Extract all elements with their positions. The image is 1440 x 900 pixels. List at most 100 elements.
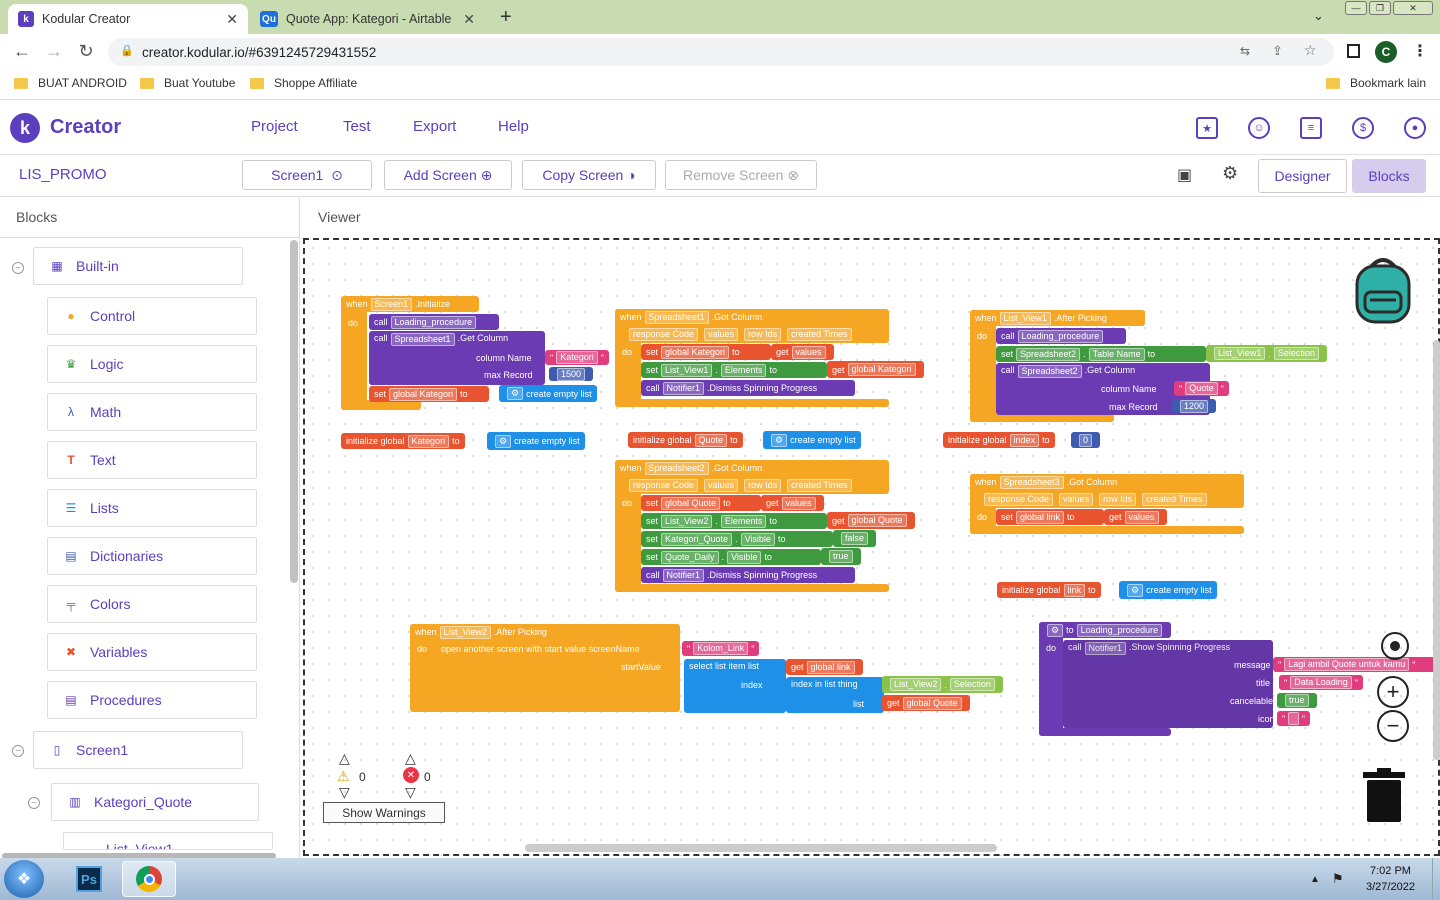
- get-global-kategori[interactable]: get global Kategori: [827, 361, 924, 378]
- gallery-icon[interactable]: ▣: [1177, 165, 1192, 185]
- designer-button[interactable]: Designer: [1258, 159, 1347, 193]
- trash-icon[interactable]: [1363, 768, 1405, 824]
- set-global-quote[interactable]: set global Quote to: [641, 495, 761, 511]
- maximize-icon[interactable]: ❐: [1369, 1, 1391, 15]
- docs-icon[interactable]: ≡: [1300, 117, 1322, 139]
- address-bar[interactable]: 🔒 creator.kodular.io/#6391245729431552 ⇆…: [108, 38, 1334, 66]
- list-view2-selection[interactable]: List_View2. Selection: [882, 676, 1003, 693]
- category-colors[interactable]: ╤ Colors: [47, 585, 257, 623]
- component-kategori-quote[interactable]: ▥ Kategori_Quote: [51, 783, 259, 821]
- menu-project[interactable]: Project: [251, 118, 298, 135]
- logic-false[interactable]: false: [833, 530, 877, 547]
- warnings-up-arrow-icon[interactable]: △: [339, 750, 350, 767]
- errors-down-arrow-icon[interactable]: ▽: [405, 784, 416, 801]
- init-global-link[interactable]: initialize global link to: [997, 582, 1101, 598]
- list-view1-selection[interactable]: List_View1. Selection: [1206, 345, 1327, 362]
- bookmark-buat-android[interactable]: BUAT ANDROID: [14, 76, 127, 90]
- set-spreadsheet2-table-name[interactable]: set Spreadsheet2. Table Name to: [996, 346, 1206, 362]
- init-global-quote[interactable]: initialize global Quote to: [628, 432, 743, 448]
- category-lists[interactable]: ☰ Lists: [47, 489, 257, 527]
- back-icon[interactable]: ←: [10, 41, 34, 62]
- set-global-kategori[interactable]: set global Kategori to: [641, 344, 771, 360]
- init-global-index[interactable]: initialize global index to: [943, 432, 1055, 448]
- collapse-builtin-icon[interactable]: −: [12, 262, 24, 274]
- bookmark-star-icon[interactable]: ☆: [1304, 42, 1317, 59]
- text-title[interactable]: " Data Loading ": [1279, 675, 1363, 690]
- text-message[interactable]: " Lagi ambil Quote untuk kamu ": [1273, 657, 1439, 672]
- get-global-quote[interactable]: get global Quote: [882, 695, 970, 711]
- translate-icon[interactable]: ⇆: [1240, 44, 1250, 58]
- copy-screen-button[interactable]: Copy Screen ◑: [522, 160, 656, 190]
- menu-test[interactable]: Test: [343, 118, 371, 135]
- share-icon[interactable]: ⇪: [1272, 43, 1283, 59]
- close-tab-icon[interactable]: ✕: [463, 11, 475, 28]
- set-list-view2-elements[interactable]: set List_View2. Elements to: [641, 513, 827, 529]
- category-variables[interactable]: ✖ Variables: [47, 633, 257, 671]
- category-logic[interactable]: ♛ Logic: [47, 345, 257, 383]
- select-list-item[interactable]: select list item list: [684, 659, 786, 713]
- new-tab-button[interactable]: +: [500, 6, 512, 29]
- text-quote[interactable]: " Quote ": [1174, 381, 1229, 396]
- create-empty-list[interactable]: ⚙ create empty list: [1119, 581, 1217, 599]
- create-empty-list[interactable]: ⚙ create empty list: [763, 431, 861, 449]
- set-global-link[interactable]: set global link to: [996, 509, 1104, 525]
- call-notifier1-dismiss[interactable]: call Notifier1 .Dismiss Spinning Progress: [641, 567, 855, 583]
- call-loading-procedure[interactable]: call Loading_procedure: [996, 328, 1126, 344]
- call-notifier1-dismiss[interactable]: call Notifier1 .Dismiss Spinning Progress: [641, 380, 855, 396]
- number-1200[interactable]: 1200: [1172, 399, 1217, 413]
- community-icon[interactable]: ☺: [1248, 117, 1270, 139]
- create-empty-list[interactable]: ⚙ create empty list: [487, 432, 585, 450]
- photoshop-taskbar-button[interactable]: Ps: [66, 861, 112, 897]
- show-warnings-button[interactable]: Show Warnings: [323, 802, 445, 823]
- clock[interactable]: 7:02 PM 3/27/2022: [1366, 865, 1415, 893]
- category-text[interactable]: T Text: [47, 441, 257, 479]
- call-notifier1-show-spinning[interactable]: call Notifier1 .Show Spinning Progress: [1063, 640, 1273, 728]
- account-icon[interactable]: ●: [1404, 117, 1426, 139]
- init-global-kategori[interactable]: initialize global Kategori to: [341, 433, 465, 449]
- pricing-icon[interactable]: $: [1352, 117, 1374, 139]
- reload-icon[interactable]: ↻: [74, 41, 98, 62]
- collapse-component-icon[interactable]: −: [28, 797, 40, 809]
- blocks-button[interactable]: Blocks: [1352, 159, 1426, 193]
- set-quote-daily-visible[interactable]: set Quote_Daily. Visible to: [641, 549, 821, 565]
- text-kolom-link[interactable]: " Kolom_Link ": [682, 641, 760, 656]
- add-screen-button[interactable]: Add Screen ⊕: [384, 160, 512, 190]
- get-global-quote[interactable]: get global Quote: [827, 512, 915, 529]
- start-button[interactable]: ❖: [4, 860, 44, 898]
- backpack-icon[interactable]: [1352, 254, 1414, 324]
- bookmark-buat-youtube[interactable]: Buat Youtube: [140, 76, 235, 90]
- category-procedures[interactable]: ▤ Procedures: [47, 681, 257, 719]
- menu-export[interactable]: Export: [413, 118, 456, 135]
- create-empty-list[interactable]: ⚙ create empty list: [499, 385, 597, 402]
- menu-help[interactable]: Help: [498, 118, 529, 135]
- category-dictionaries[interactable]: ▤ Dictionaries: [47, 537, 257, 575]
- set-kategori-quote-visible[interactable]: set Kategori_Quote. Visible to: [641, 531, 833, 547]
- set-global-kategori[interactable]: set global Kategori to: [369, 386, 489, 402]
- bookmark-other[interactable]: Bookmark lain: [1326, 76, 1426, 90]
- browser-menu-icon[interactable]: ⋮: [1412, 41, 1428, 61]
- workspace-vertical-scrollbar[interactable]: [1433, 340, 1440, 760]
- set-list-view1-elements[interactable]: set List_View1. Elements to: [641, 362, 827, 378]
- logic-true[interactable]: true: [1277, 693, 1317, 708]
- logic-true[interactable]: true: [821, 548, 861, 565]
- builtin-category[interactable]: ▦ Built-in: [33, 247, 243, 285]
- recenter-icon[interactable]: [1381, 632, 1409, 660]
- get-values[interactable]: get values: [761, 495, 824, 511]
- tab-kodular[interactable]: k Kodular Creator ✕: [8, 4, 248, 34]
- close-window-icon[interactable]: ✕: [1393, 1, 1433, 15]
- collapse-screen-icon[interactable]: −: [12, 745, 24, 757]
- chrome-taskbar-button[interactable]: [122, 861, 176, 897]
- projects-folder-icon[interactable]: ★: [1196, 117, 1218, 139]
- component-list-view1[interactable]: ▬ List_View1: [63, 832, 273, 850]
- number-0[interactable]: 0: [1071, 432, 1101, 448]
- profile-avatar[interactable]: C: [1375, 41, 1397, 63]
- tab-search-chevron-icon[interactable]: ⌄: [1313, 8, 1324, 24]
- action-center-flag-icon[interactable]: ⚑: [1332, 871, 1344, 887]
- warnings-down-arrow-icon[interactable]: ▽: [339, 784, 350, 801]
- get-global-link[interactable]: get global link: [786, 659, 863, 675]
- bookmark-shoppe-affiliate[interactable]: Shoppe Affiliate: [250, 76, 357, 90]
- zoom-in-icon[interactable]: +: [1377, 676, 1409, 708]
- vertical-scrollbar[interactable]: [290, 240, 298, 583]
- minimize-icon[interactable]: —: [1345, 1, 1367, 15]
- category-control[interactable]: ● Control: [47, 297, 257, 335]
